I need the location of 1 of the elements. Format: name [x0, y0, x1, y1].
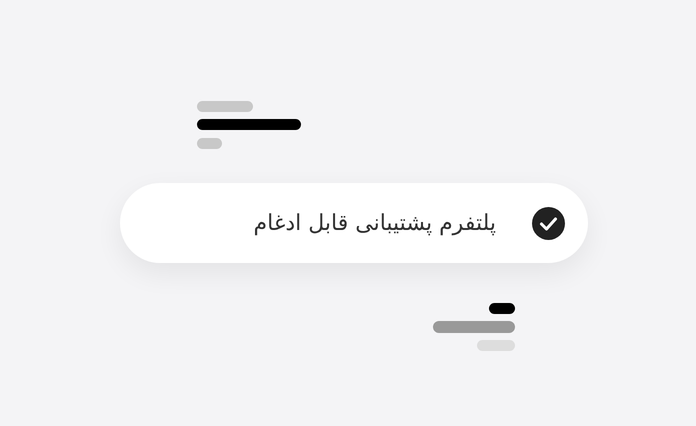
feature-label: پلتفرم پشتیبانی قابل ادغام — [254, 210, 496, 236]
